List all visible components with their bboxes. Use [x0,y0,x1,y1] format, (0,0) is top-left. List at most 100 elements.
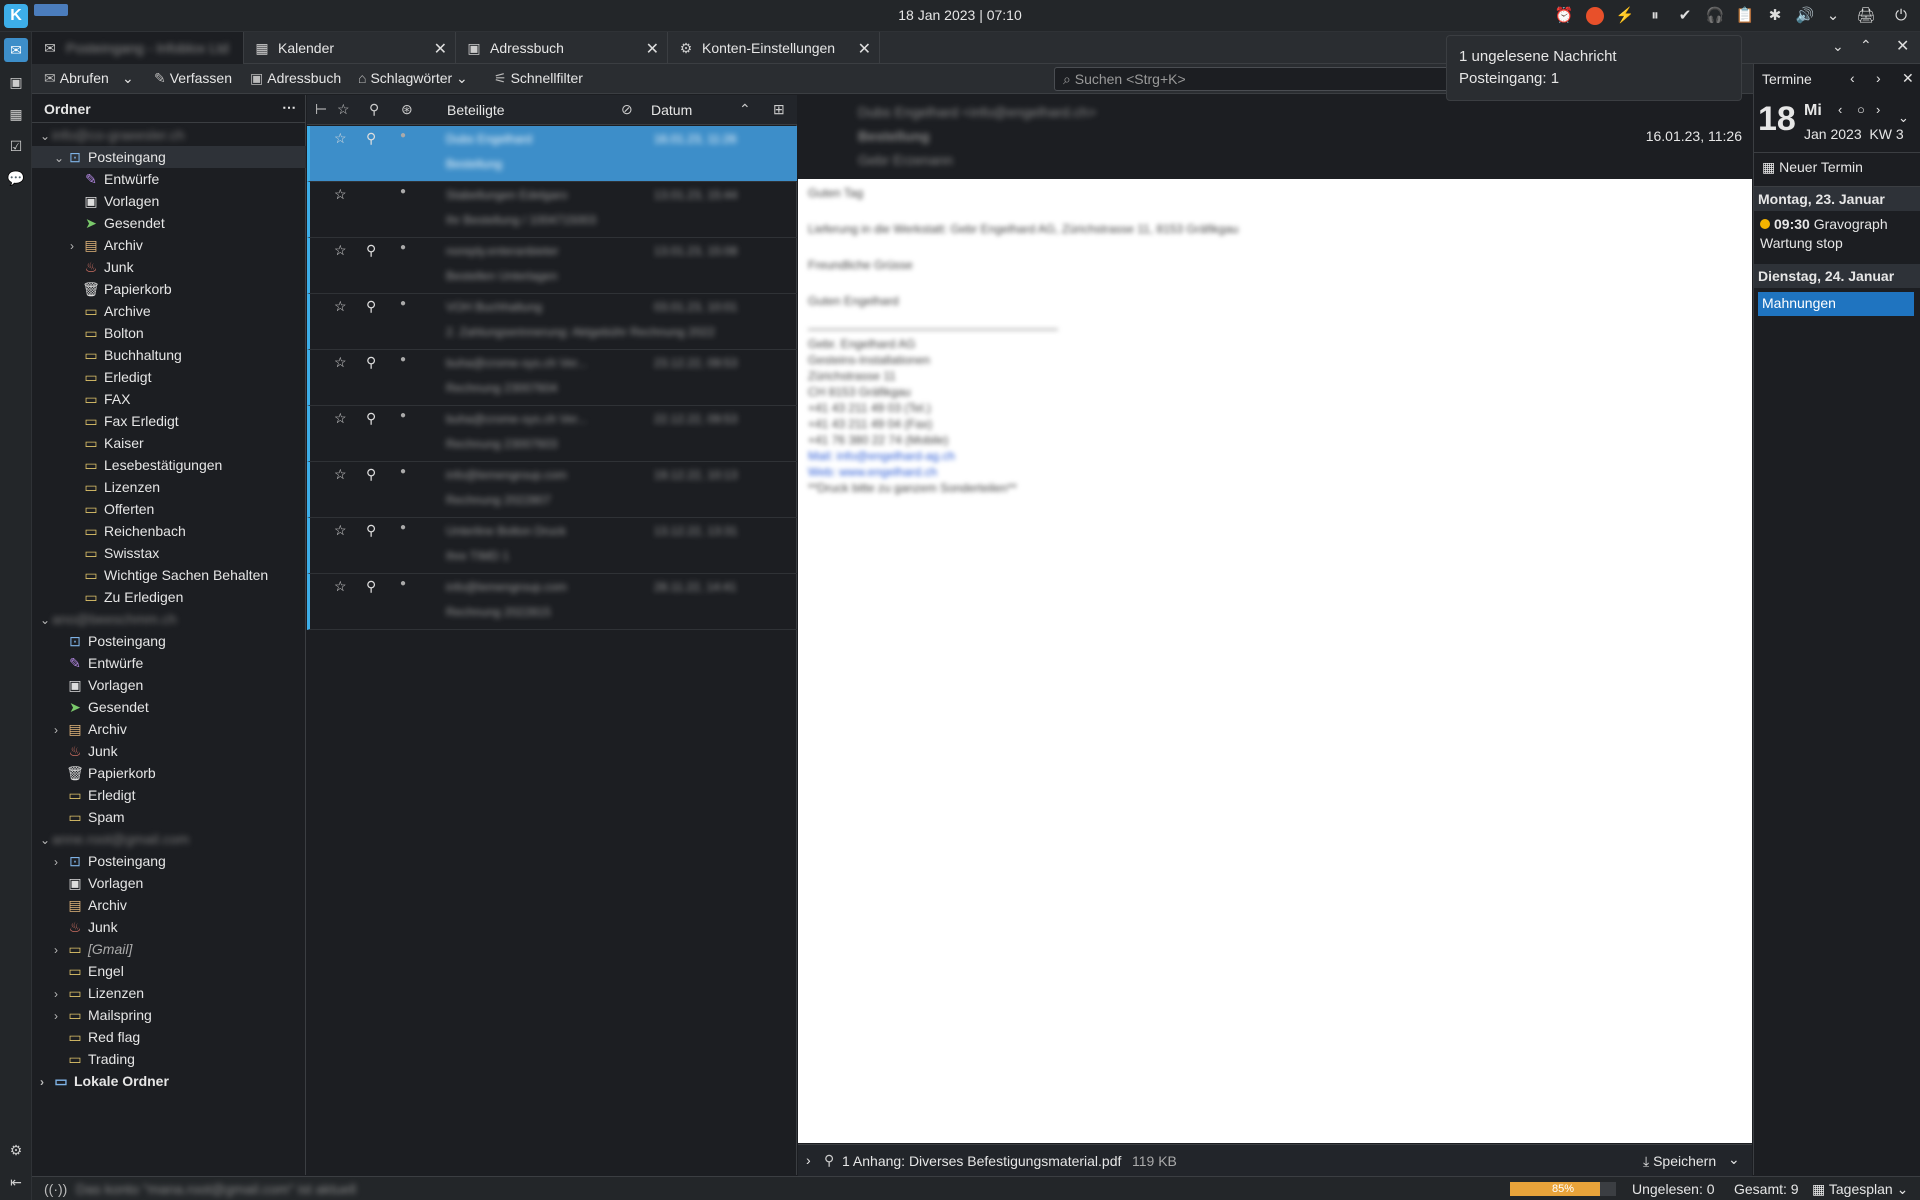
folder-item[interactable]: ▭ Reichenbach [32,520,306,542]
read-status-icon[interactable]: ● [400,186,406,197]
star-icon[interactable]: ☆ [334,522,347,539]
folder-item[interactable]: › ▤ Archiv [32,234,306,256]
printer-icon[interactable]: 🖨 [1852,6,1880,26]
message-row[interactable]: ☆ ⚲ ● Dubs Engelhard Bestellung 16.01.23, 11:… [307,126,797,182]
expand-chevron-icon[interactable]: › [54,719,66,741]
folder-item[interactable]: ▭ Red flag [32,1026,306,1048]
folder-item[interactable]: ▣ Vorlagen [32,872,306,894]
expand-chevron-icon[interactable]: › [54,1005,66,1027]
tags-button[interactable]: ⌂ Schlagwörter ⌄ [358,70,468,87]
read-status-icon[interactable]: ● [400,242,406,253]
junk-column-icon[interactable]: ⊘ [621,101,633,118]
close-tab-icon[interactable]: ✕ [646,39,659,59]
folder-item[interactable]: ▭ Spam [32,806,306,828]
folder-item[interactable]: ▭ Engel [32,960,306,982]
thread-column-icon[interactable]: ⊢ [315,101,327,118]
tab-calendar[interactable]: ▦ Kalender ✕ [244,32,456,64]
message-row[interactable]: ☆ ⚲ ● noreply.enteranbieter Bestellen Unterl… [307,238,797,294]
folder-inbox[interactable]: ⌄ ⊡ Posteingang [32,146,306,168]
read-status-icon[interactable]: ● [400,522,406,533]
folder-item[interactable]: ✎ Entwürfe [32,168,306,190]
expand-chevron-icon[interactable]: › [54,983,66,1005]
prev-icon[interactable]: ‹ [1850,70,1855,86]
message-row[interactable]: ☆ ⚲ ● buha@crome-sys.ch Ver... Rechnung 2300… [307,406,797,462]
folder-item[interactable]: ▭ Wichtige Sachen Behalten [32,564,306,586]
folder-item[interactable]: ▭ Fax Erledigt [32,410,306,432]
message-row[interactable]: ☆ ● Stabellungen Edelgaro Ihr Bestellung / … [307,182,797,238]
tab-inbox[interactable]: ✉ Posteingang - Infoblox Ltd [32,32,244,64]
folder-item[interactable]: ▭ Zu Erledigen [32,586,306,608]
folder-item[interactable]: ▭ Lesebestätigungen [32,454,306,476]
read-status-icon[interactable]: ● [400,298,406,309]
expand-chevron-icon[interactable]: › [70,235,82,257]
read-status-icon[interactable]: ● [400,410,406,421]
folder-item[interactable]: ➤ Gesendet [32,696,306,718]
account-row[interactable]: ⌄ ano@beeschmm.ch [32,608,306,630]
bluetooth-icon[interactable]: ✱ [1764,6,1786,26]
folder-item[interactable]: ▣ Vorlagen [32,674,306,696]
folder-item[interactable]: ▭ Archive [32,300,306,322]
kde-launcher-icon[interactable]: K [4,4,28,28]
folder-item[interactable]: › ▭ Mailspring [32,1004,306,1026]
folder-item[interactable]: › ▭ Lizenzen [32,982,306,1004]
message-row[interactable]: ☆ ⚲ ● buha@crome-sys.ch Ver... Rechnung 2300… [307,350,797,406]
folder-item[interactable]: ▭ Buchhaltung [32,344,306,366]
save-button[interactable]: ⤓ Speichern [1643,1153,1716,1170]
headset-icon[interactable]: 🎧 [1704,6,1726,26]
task-thumbnail[interactable] [34,4,68,16]
addressbook-space-icon[interactable]: ▣ [4,70,28,94]
mail-space-icon[interactable]: ✉ [4,38,28,62]
read-column-icon[interactable]: ⊛ [401,101,413,118]
read-status-icon[interactable]: ● [400,130,406,141]
read-status-icon[interactable]: ● [400,466,406,477]
folder-item[interactable]: › ▭ [Gmail] [32,938,306,960]
prev-day-icon[interactable]: ‹ [1838,102,1842,117]
chat-space-icon[interactable]: 💬 [4,166,28,190]
attachment-column-icon[interactable]: ⚲ [369,101,379,118]
tab-list-icon[interactable]: ⌄ [1832,38,1844,55]
star-icon[interactable]: ☆ [334,130,347,147]
folder-item[interactable]: 🗑 Papierkorb [32,762,306,784]
folder-item[interactable]: ▭ Erledigt [32,366,306,388]
settings-space-icon[interactable]: ⚙ [4,1138,28,1162]
clipboard-icon[interactable]: 📋 [1734,6,1756,26]
star-icon[interactable]: ☆ [334,354,347,371]
more-options-icon[interactable]: ⋯ [282,99,296,116]
quickfilter-button[interactable]: ⚟ Schnellfilter [494,70,583,87]
close-pane-icon[interactable]: ✕ [1902,70,1914,87]
next-day-icon[interactable]: › [1876,102,1880,117]
folder-item[interactable]: ♨ Junk [32,740,306,762]
expand-chevron-icon[interactable]: › [54,939,66,961]
tasks-space-icon[interactable]: ☑ [4,134,28,158]
today-icon[interactable]: ○ [1857,102,1865,117]
addressbook-button[interactable]: ▣ Adressbuch [250,70,341,87]
expand-attachments-icon[interactable]: › [806,1152,811,1168]
folder-item[interactable]: ▣ Vorlagen [32,190,306,212]
folder-item[interactable]: › ⊡ Posteingang [32,850,306,872]
account-row[interactable]: ⌄ anne.root@gmail.com [32,828,306,850]
message-row[interactable]: ☆ ⚲ ● Unterline Bolton Druck Ihre TIMD 1 13.1… [307,518,797,574]
participants-column[interactable]: Beteiligte [447,102,505,118]
pause-icon[interactable]: ⏸ [1644,6,1666,26]
window-close-icon[interactable]: ✕ [1896,36,1909,56]
folder-item[interactable]: ▭ Kaiser [32,432,306,454]
check-icon[interactable]: ✔ [1674,6,1696,26]
read-status-icon[interactable]: ● [400,354,406,365]
sort-ascending-icon[interactable]: ⌃ [739,101,751,118]
folder-item[interactable]: ▭ Trading [32,1048,306,1070]
message-row[interactable]: ☆ ⚲ ● VOH Buchhaltung 2. Zahlungserinnerung:… [307,294,797,350]
new-event-button[interactable]: ▦ Neuer Termin [1762,159,1863,176]
date-column[interactable]: Datum [651,102,692,118]
folder-item[interactable]: ▭ Offerten [32,498,306,520]
folder-item[interactable]: ▤ Archiv [32,894,306,916]
folder-item[interactable]: ♨ Junk [32,256,306,278]
calendar-space-icon[interactable]: ▦ [4,102,28,126]
power-icon[interactable]: ⏻ [1890,6,1912,26]
expand-icon[interactable]: ⌄ [1898,110,1909,126]
star-icon[interactable]: ☆ [334,410,347,427]
folder-item[interactable]: ▭ Swisstax [32,542,306,564]
tray-expand-icon[interactable]: ⌄ [1822,6,1844,26]
account-row[interactable]: ⌄ info@co-graeesler.ch [32,124,306,146]
event-item[interactable]: 09:30 Gravograph Wartung stop [1760,215,1916,253]
star-icon[interactable]: ☆ [334,466,347,483]
